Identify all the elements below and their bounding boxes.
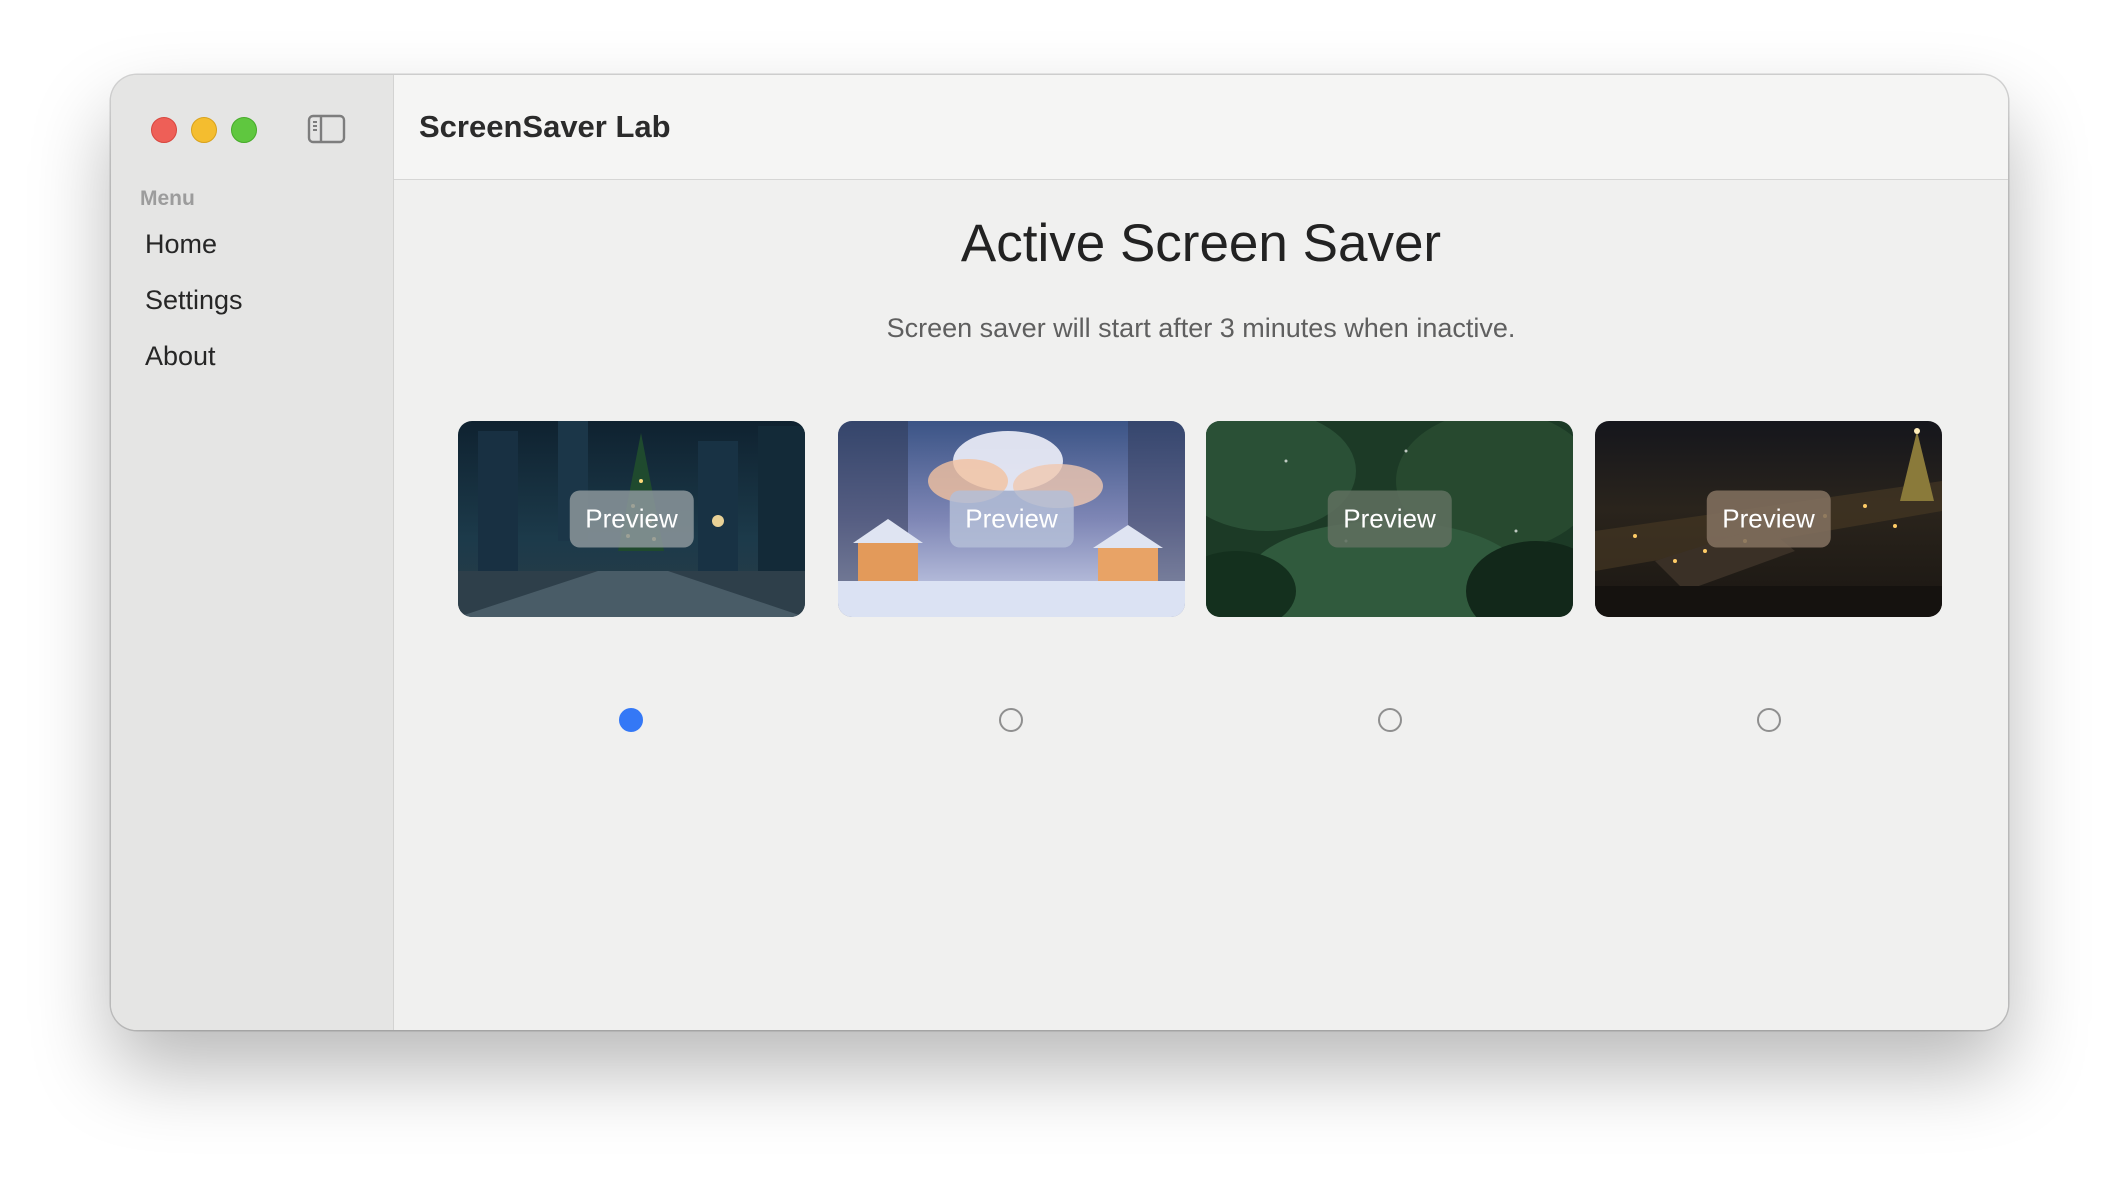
app-window: Menu Home Settings About ScreenSaver Lab… <box>111 75 2008 1030</box>
minimize-window-button[interactable] <box>191 117 217 143</box>
close-window-button[interactable] <box>151 117 177 143</box>
preview-button-2[interactable]: Preview <box>949 490 1074 548</box>
sidebar: Menu Home Settings About <box>111 75 394 1030</box>
sidebar-item-settings[interactable]: Settings <box>145 285 243 316</box>
preview-button-3[interactable]: Preview <box>1327 490 1452 548</box>
screensaver-card-3[interactable]: Preview <box>1206 421 1573 617</box>
preview-button-4[interactable]: Preview <box>1706 490 1831 548</box>
screensaver-radio-3[interactable] <box>1378 708 1402 732</box>
toolbar: ScreenSaver Lab <box>394 75 2008 180</box>
zoom-window-button[interactable] <box>231 117 257 143</box>
page-title: Active Screen Saver <box>960 214 1442 273</box>
preview-button-1[interactable]: Preview <box>569 490 694 548</box>
main-content: Active Screen Saver Screen saver will st… <box>394 181 2008 1030</box>
sidebar-item-about[interactable]: About <box>145 341 216 372</box>
sidebar-toggle-button[interactable] <box>307 113 347 145</box>
screensaver-radio-4[interactable] <box>1757 708 1781 732</box>
sidebar-item-home[interactable]: Home <box>145 229 217 260</box>
app-title: ScreenSaver Lab <box>419 109 671 144</box>
screensaver-card-4[interactable]: Preview <box>1595 421 1942 617</box>
sidebar-section-heading: Menu <box>140 187 195 210</box>
page-subtitle: Screen saver will start after 3 minutes … <box>886 313 1516 343</box>
sidebar-toggle-icon <box>307 114 346 144</box>
screensaver-radio-2[interactable] <box>999 708 1023 732</box>
screensaver-card-1[interactable]: Preview <box>458 421 805 617</box>
screensaver-radio-1[interactable] <box>619 708 643 732</box>
screensaver-card-2[interactable]: Preview <box>838 421 1185 617</box>
